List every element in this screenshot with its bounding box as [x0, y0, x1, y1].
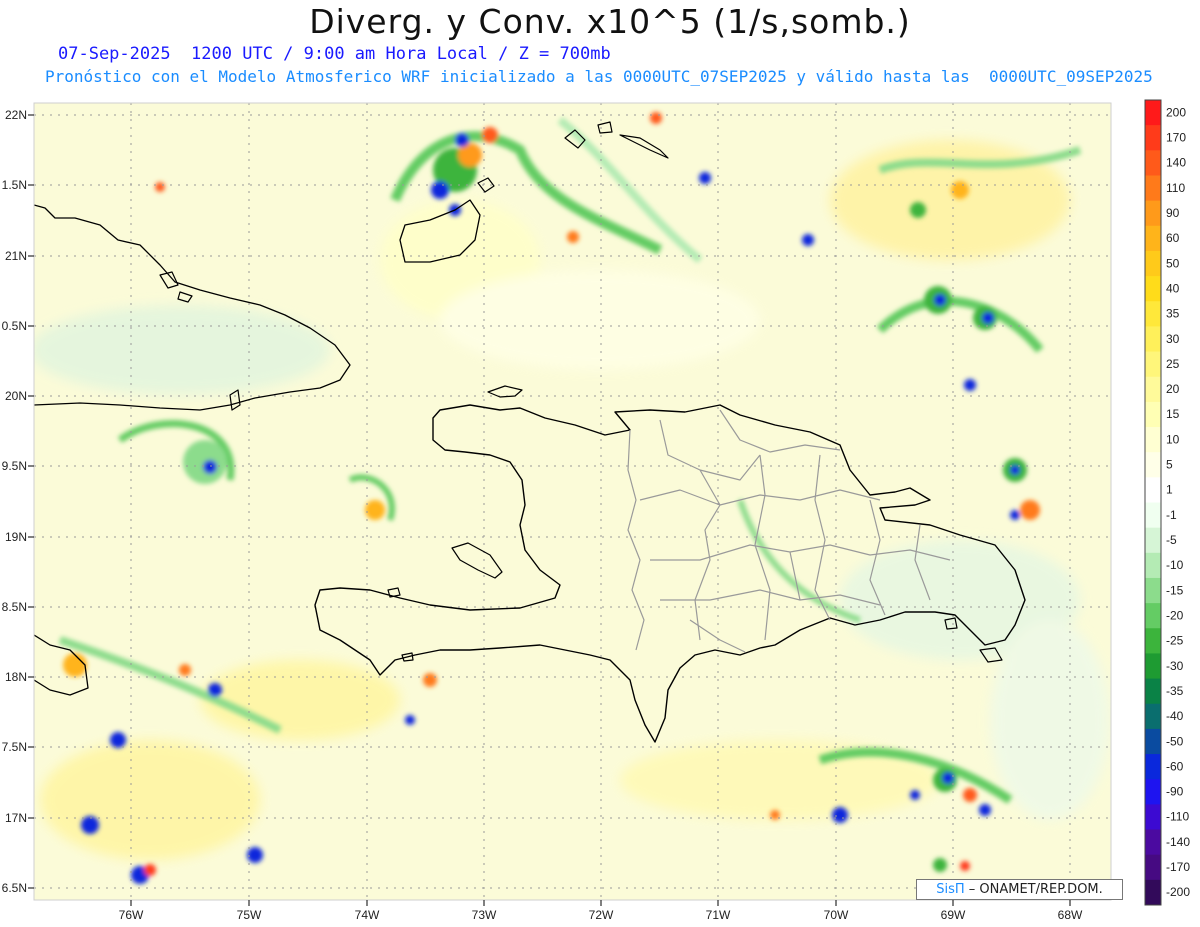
- colorbar-swatch: [1145, 376, 1161, 403]
- colorbar-label: -110: [1166, 810, 1189, 824]
- colorbar-swatch: [1145, 703, 1161, 730]
- colorbar-swatch: [1145, 779, 1161, 805]
- colorbar-swatch: [1145, 603, 1161, 629]
- lat-ticks: [28, 114, 34, 889]
- lon-label-70w: 70W: [824, 908, 849, 922]
- colorbar-swatch: [1145, 653, 1161, 680]
- colorbar-swatch: [1145, 150, 1161, 176]
- colorbar-swatch: [1145, 326, 1161, 353]
- lat-label-17-5n: 7.5N: [2, 740, 27, 754]
- colorbar-label: 5: [1166, 458, 1173, 472]
- colorbar-label: 140: [1166, 156, 1186, 170]
- sispi-logo: SisΠ: [936, 882, 965, 897]
- lat-label-19-5n: 9.5N: [2, 459, 27, 473]
- colorbar-label: -5: [1166, 533, 1177, 547]
- colorbar-label: 90: [1166, 206, 1180, 220]
- colorbar-label: -35: [1166, 684, 1184, 698]
- lat-label-19n: 19N: [5, 530, 27, 544]
- colorbar-label: -25: [1166, 634, 1184, 648]
- colorbar-label: -50: [1166, 734, 1184, 748]
- colorbar-label: 15: [1166, 407, 1180, 421]
- colorbar-swatch: [1145, 577, 1161, 604]
- colorbar-swatch: [1145, 276, 1161, 302]
- credit-box: SisΠ – ONAMET/REP.DOM.: [916, 879, 1123, 900]
- colorbar-label: -40: [1166, 709, 1184, 723]
- lat-label-16-5n: 6.5N: [2, 881, 27, 895]
- colorbar-swatch: [1145, 879, 1161, 906]
- lat-label-22n: 22N: [5, 108, 27, 122]
- colorbar-swatch: [1145, 452, 1161, 478]
- lon-label-75w: 75W: [237, 908, 262, 922]
- colorbar-label: 170: [1166, 131, 1186, 145]
- colorbar-swatch: [1145, 628, 1161, 654]
- colorbar-label: 200: [1166, 105, 1186, 119]
- colorbar-swatch: [1145, 754, 1161, 780]
- colorbar-label: -200: [1166, 885, 1190, 899]
- colorbar-swatch: [1145, 200, 1161, 227]
- lat-label-20-5n: 0.5N: [2, 319, 27, 333]
- colorbar-label: 25: [1166, 357, 1180, 371]
- lat-label-21n: 21N: [5, 249, 27, 263]
- lon-label-74w: 74W: [355, 908, 380, 922]
- colorbar-label: 10: [1166, 432, 1180, 446]
- map-figure: 22N 1.5N 21N 0.5N 20N 9.5N 19N 8.5N 18N …: [2, 99, 1190, 922]
- lon-label-71w: 71W: [706, 908, 731, 922]
- colorbar-label: -10: [1166, 558, 1184, 572]
- colorbar: 200 170 140 110 90 60 50 40 35 30 25 20 15 10 5 1 -1 -5 -1…: [1144, 99, 1190, 906]
- colorbar-label: 30: [1166, 332, 1180, 346]
- colorbar-swatch: [1145, 678, 1161, 705]
- credit-text: – ONAMET/REP.DOM.: [964, 882, 1103, 897]
- lon-label-68w: 68W: [1058, 908, 1083, 922]
- colorbar-swatch: [1145, 100, 1161, 126]
- lon-label-73w: 73W: [472, 908, 497, 922]
- colorbar-label: 35: [1166, 307, 1180, 321]
- colorbar-swatch: [1145, 804, 1161, 831]
- colorbar-swatch: [1145, 175, 1161, 202]
- colorbar-label: 110: [1166, 181, 1185, 195]
- colorbar-swatch: [1145, 301, 1161, 327]
- lat-label-20n: 20N: [5, 389, 27, 403]
- lon-label-72w: 72W: [589, 908, 614, 922]
- colorbar-swatch: [1145, 351, 1161, 378]
- colorbar-swatch: [1145, 225, 1161, 252]
- lon-label-69w: 69W: [941, 908, 966, 922]
- colorbar-label: -30: [1166, 659, 1184, 673]
- colorbar-swatch: [1145, 125, 1161, 151]
- colorbar-swatch: [1145, 552, 1161, 579]
- colorbar-swatch: [1145, 401, 1161, 428]
- colorbar-swatch: [1145, 829, 1161, 856]
- colorbar-label: 60: [1166, 231, 1180, 245]
- lat-label-18-5n: 8.5N: [2, 600, 27, 614]
- colorbar-label: -140: [1166, 835, 1190, 849]
- lat-label-18n: 18N: [5, 670, 27, 684]
- colorbar-label: -90: [1166, 785, 1184, 799]
- latitude-labels: 22N 1.5N 21N 0.5N 20N 9.5N 19N 8.5N 18N …: [2, 108, 27, 895]
- colorbar-label: 1: [1166, 483, 1173, 497]
- lon-ticks: [130, 900, 1071, 906]
- colorbar-label: -60: [1166, 759, 1184, 773]
- colorbar-swatch: [1145, 477, 1161, 503]
- colorbar-label: 40: [1166, 281, 1180, 295]
- colorbar-swatch: [1145, 854, 1161, 881]
- lat-label-21-5n: 1.5N: [2, 178, 27, 192]
- colorbar-swatch: [1145, 502, 1161, 529]
- colorbar-swatch: [1145, 250, 1161, 277]
- colorbar-label: -170: [1166, 860, 1190, 874]
- longitude-labels: 76W 75W 74W 73W 72W 71W 70W 69W 68W: [119, 908, 1083, 922]
- colorbar-label: -15: [1166, 583, 1184, 597]
- lat-label-17n: 17N: [5, 811, 27, 825]
- colorbar-swatch: [1145, 728, 1161, 755]
- lon-label-76w: 76W: [119, 908, 144, 922]
- divergence-field: [34, 103, 1111, 900]
- colorbar-swatch: [1145, 427, 1161, 453]
- colorbar-label: -20: [1166, 609, 1184, 623]
- colorbar-label: 50: [1166, 256, 1180, 270]
- colorbar-label: -1: [1166, 508, 1177, 522]
- colorbar-swatch: [1145, 527, 1161, 554]
- colorbar-label: 20: [1166, 382, 1180, 396]
